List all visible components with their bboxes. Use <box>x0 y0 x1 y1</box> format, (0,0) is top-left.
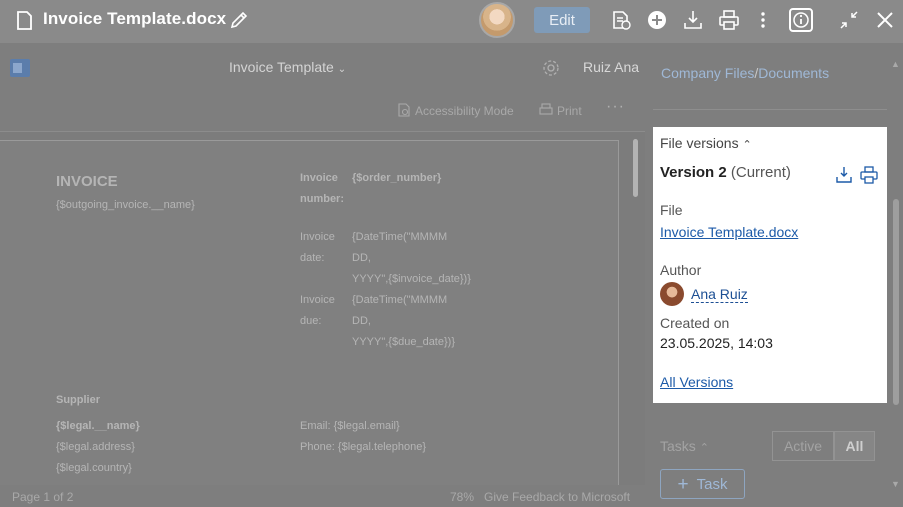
accessibility-mode-button[interactable]: Accessibility Mode <box>397 103 514 118</box>
tasks-toggle[interactable]: Tasks ⌃ <box>660 438 709 454</box>
version-status: (Current) <box>730 164 791 181</box>
plus-icon[interactable] <box>646 9 668 31</box>
supplier-label: Supplier <box>56 394 101 406</box>
author-name-link[interactable]: Ana Ruiz <box>691 286 748 303</box>
file-label: File <box>660 202 683 218</box>
plus-icon: + <box>677 473 689 495</box>
scroll-down-icon[interactable]: ▼ <box>891 479 900 489</box>
outgoing-invoice-field: {$outgoing_invoice.__name} <box>56 199 195 211</box>
more-options-icon[interactable]: ··· <box>606 98 625 116</box>
invoice-due-label-2: due: <box>300 315 322 327</box>
avatar[interactable] <box>660 282 684 306</box>
word-header: Invoice Template ⌄ Ruiz Ana Accessibilit… <box>0 43 645 132</box>
legal-name-field: {$legal.__name} <box>56 420 140 432</box>
collapse-icon[interactable] <box>838 9 860 31</box>
file-versions-toggle[interactable]: File versions ⌃ <box>660 135 752 151</box>
file-link[interactable]: Invoice Template.docx <box>660 224 798 240</box>
doc-title-dropdown[interactable]: Invoice Template ⌄ <box>229 59 346 75</box>
invoice-number-label-1: Invoice <box>300 172 338 184</box>
document-scrollbar[interactable] <box>633 139 638 197</box>
doc-title-label: Invoice Template <box>229 59 334 75</box>
info-icon[interactable] <box>789 8 813 32</box>
file-versions-heading: File versions <box>660 135 739 151</box>
top-bar: Invoice Template.docx Edit <box>0 0 903 43</box>
invoice-date-value-3: YYYY",{$invoice_date})} <box>352 273 471 285</box>
comment-icon[interactable] <box>610 9 632 31</box>
file-versions-card: File versions ⌃ Version 2 (Current) File… <box>653 127 887 403</box>
invoice-due-label-1: Invoice <box>300 294 335 306</box>
scroll-up-icon[interactable]: ▲ <box>891 59 900 69</box>
filter-active-tab[interactable]: Active <box>772 431 834 461</box>
download-icon[interactable] <box>682 9 704 31</box>
status-bar: Page 1 of 2 78% Give Feedback to Microso… <box>0 485 645 507</box>
zoom-level[interactable]: 78% <box>450 490 474 504</box>
invoice-due-value-1: {DateTime("MMMM <box>352 294 448 306</box>
document-icon <box>17 11 32 30</box>
word-logo-icon <box>10 59 30 77</box>
legal-country-field: {$legal.country} <box>56 462 132 474</box>
invoice-heading: INVOICE <box>56 173 118 190</box>
created-value: 23.05.2025, 14:03 <box>660 335 773 351</box>
word-print-button[interactable]: Print <box>539 103 582 118</box>
invoice-due-value-2: DD, <box>352 315 371 327</box>
accessibility-icon <box>398 103 410 117</box>
avatar[interactable] <box>479 2 515 38</box>
print-label: Print <box>557 104 582 118</box>
chevron-up-icon: ⌃ <box>742 139 752 151</box>
invoice-number-label-2: number: <box>300 193 344 205</box>
divider <box>653 109 887 110</box>
chevron-up-icon: ⌃ <box>699 442 709 454</box>
chevron-down-icon: ⌄ <box>337 64 347 75</box>
legal-address-field: {$legal.address} <box>56 441 135 453</box>
invoice-date-value-1: {DateTime("MMMM <box>352 231 448 243</box>
add-task-button[interactable]: + Task <box>660 469 745 499</box>
side-panel: Company Files/Documents ▲ File versions … <box>645 43 903 507</box>
edit-button[interactable]: Edit <box>534 7 590 33</box>
print-icon[interactable] <box>718 9 740 31</box>
task-button-label: Task <box>696 475 728 493</box>
invoice-number-value: {$order_number} <box>352 172 442 184</box>
gear-icon[interactable] <box>541 58 561 78</box>
divider <box>0 131 645 132</box>
close-icon[interactable] <box>874 9 896 31</box>
word-user-name[interactable]: Ruiz Ana <box>583 59 639 75</box>
page-indicator: Page 1 of 2 <box>12 490 74 504</box>
all-versions-link[interactable]: All Versions <box>660 374 733 390</box>
version-name: Version 2 <box>660 164 727 181</box>
version-title: Version 2 (Current) <box>660 164 791 181</box>
invoice-date-label-2: date: <box>300 252 325 264</box>
created-label: Created on <box>660 315 730 331</box>
breadcrumb-documents[interactable]: Documents <box>758 65 829 81</box>
accessibility-label: Accessibility Mode <box>415 104 514 118</box>
more-icon[interactable] <box>752 9 774 31</box>
print-icon <box>539 103 553 115</box>
invoice-date-value-2: DD, <box>352 252 371 264</box>
breadcrumb-company-files[interactable]: Company Files <box>661 65 754 81</box>
file-title: Invoice Template.docx <box>43 9 227 28</box>
filter-all-tab[interactable]: All <box>834 431 875 461</box>
breadcrumb: Company Files/Documents <box>661 65 829 81</box>
feedback-link[interactable]: Give Feedback to Microsoft <box>484 490 630 504</box>
phone-field: Phone: {$legal.telephone} <box>300 441 427 453</box>
side-scrollbar[interactable] <box>893 199 899 405</box>
word-viewer: Invoice Template ⌄ Ruiz Ana Accessibilit… <box>0 43 645 507</box>
invoice-due-value-3: YYYY",{$due_date})} <box>352 336 455 348</box>
download-icon[interactable] <box>835 166 853 184</box>
document-page: INVOICE {$outgoing_invoice.__name} Invoi… <box>0 140 619 485</box>
tasks-heading: Tasks <box>660 438 696 454</box>
email-field: Email: {$legal.email} <box>300 420 400 432</box>
status-right: 78% Give Feedback to Microsoft <box>450 490 630 504</box>
author-label: Author <box>660 262 702 278</box>
pencil-icon[interactable] <box>228 9 250 31</box>
invoice-date-label-1: Invoice <box>300 231 335 243</box>
print-icon[interactable] <box>860 166 878 184</box>
